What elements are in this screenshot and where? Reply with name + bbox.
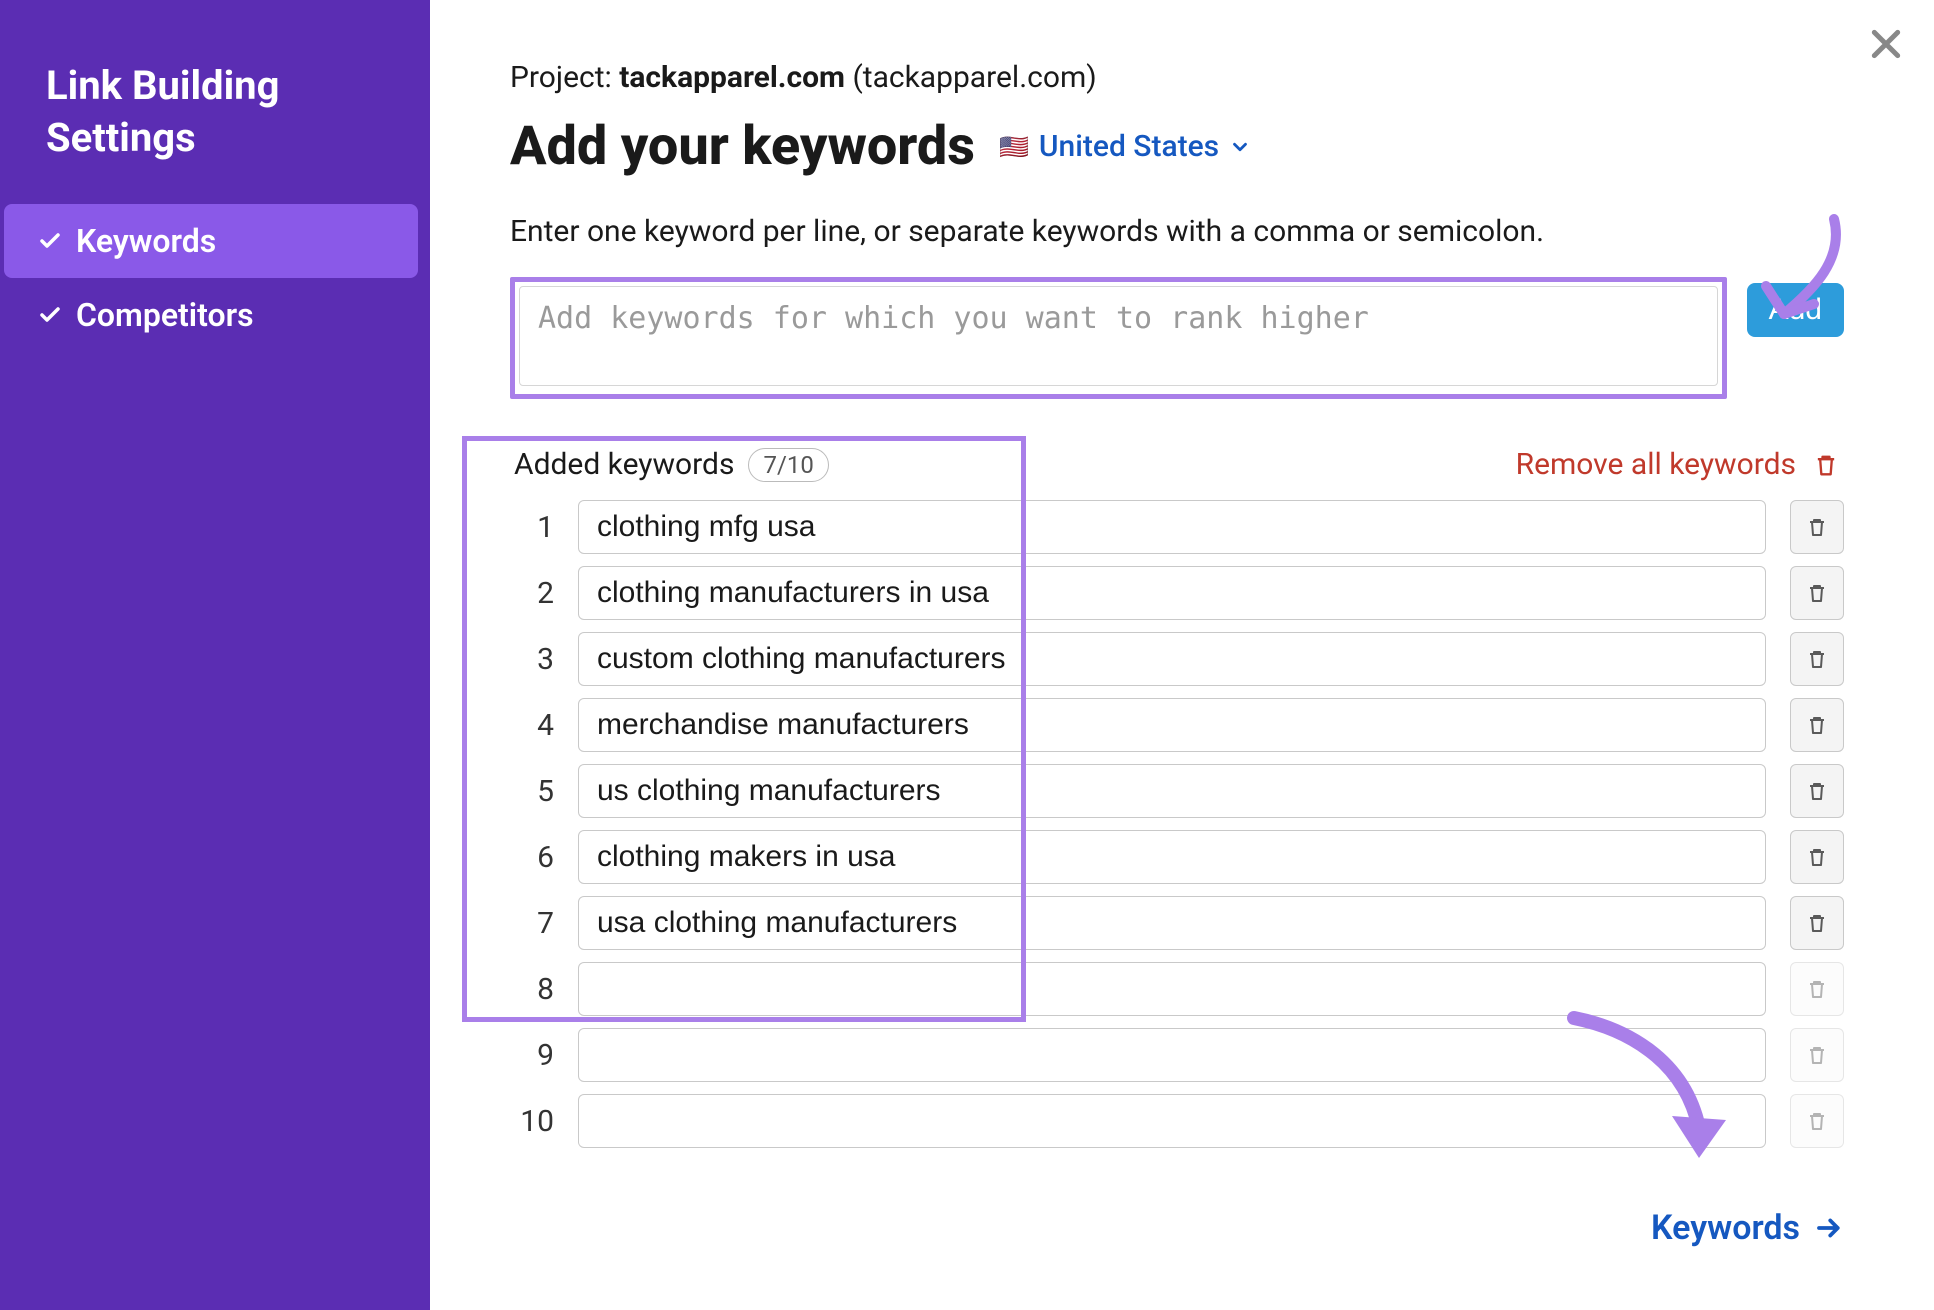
keyword-row: 2 (510, 566, 1844, 620)
keyword-number: 5 (510, 774, 554, 809)
added-keywords-header: Added keywords 7/10 Remove all keywords (510, 447, 1844, 482)
delete-keyword-button[interactable] (1790, 764, 1844, 818)
keyword-row: 5 (510, 764, 1844, 818)
keyword-number: 4 (510, 708, 554, 743)
next-link-label: Keywords (1651, 1208, 1800, 1248)
check-icon (38, 229, 62, 253)
delete-keyword-button[interactable] (1790, 632, 1844, 686)
instructions-text: Enter one keyword per line, or separate … (510, 214, 1844, 249)
trash-icon (1805, 779, 1829, 803)
add-keyword-row: Add (510, 277, 1844, 399)
project-line: Project: tackapparel.com (tackapparel.co… (510, 60, 1844, 95)
close-icon (1866, 24, 1906, 64)
sidebar-item-label: Competitors (76, 296, 254, 334)
project-domain: tackapparel.com (619, 60, 845, 95)
keyword-number: 2 (510, 576, 554, 611)
trash-icon (1805, 1109, 1829, 1133)
keyword-number: 9 (510, 1038, 554, 1073)
chevron-down-icon (1229, 136, 1251, 158)
keyword-row: 3 (510, 632, 1844, 686)
keyword-row: 9 (510, 1028, 1844, 1082)
project-prefix: Project: (510, 60, 619, 95)
keyword-input[interactable] (578, 500, 1766, 554)
keyword-input[interactable] (578, 896, 1766, 950)
close-button[interactable] (1866, 24, 1906, 64)
keyword-number: 10 (510, 1104, 554, 1139)
trash-icon (1805, 581, 1829, 605)
sidebar-title: Link Building Settings (0, 60, 430, 204)
sidebar-title-line1: Link Building (46, 60, 384, 112)
keyword-input[interactable] (578, 1094, 1766, 1148)
added-keywords-label: Added keywords (514, 447, 734, 482)
keyword-input[interactable] (578, 1028, 1766, 1082)
keyword-number: 6 (510, 840, 554, 875)
add-keyword-input[interactable] (519, 286, 1718, 386)
remove-all-keywords-button[interactable]: Remove all keywords (1516, 447, 1840, 482)
delete-keyword-button[interactable] (1790, 830, 1844, 884)
sidebar-item-keywords[interactable]: Keywords (4, 204, 418, 278)
project-parens: (tackapparel.com) (845, 60, 1097, 95)
remove-all-label: Remove all keywords (1516, 447, 1796, 482)
keyword-number: 7 (510, 906, 554, 941)
sidebar-item-label: Keywords (76, 222, 216, 260)
delete-keyword-button[interactable] (1790, 896, 1844, 950)
delete-keyword-button[interactable] (1790, 566, 1844, 620)
keyword-row: 8 (510, 962, 1844, 1016)
trash-icon (1805, 845, 1829, 869)
page-title: Add your keywords (510, 115, 975, 178)
footer-row: Keywords (510, 1208, 1844, 1248)
added-keywords-count: 7/10 (748, 448, 828, 482)
delete-keyword-button (1790, 1028, 1844, 1082)
trash-icon (1805, 713, 1829, 737)
check-icon (38, 303, 62, 327)
trash-icon (1805, 1043, 1829, 1067)
keyword-number: 8 (510, 972, 554, 1007)
sidebar-title-line2: Settings (46, 112, 384, 164)
trash-icon (1805, 977, 1829, 1001)
added-keywords-label-group: Added keywords 7/10 (514, 447, 829, 482)
trash-icon (1812, 451, 1840, 479)
delete-keyword-button[interactable] (1790, 698, 1844, 752)
arrow-right-icon (1814, 1213, 1844, 1243)
keyword-row: 6 (510, 830, 1844, 884)
next-keywords-link[interactable]: Keywords (1651, 1208, 1844, 1248)
trash-icon (1805, 911, 1829, 935)
delete-keyword-button (1790, 1094, 1844, 1148)
keyword-input[interactable] (578, 764, 1766, 818)
keywords-list: 1 2 3 4 5 6 7 8 9 10 (510, 500, 1844, 1148)
add-keyword-highlight (510, 277, 1727, 399)
keyword-row: 10 (510, 1094, 1844, 1148)
sidebar: Link Building Settings Keywords Competit… (0, 0, 430, 1310)
page-heading-row: Add your keywords 🇺🇸 United States (510, 115, 1844, 178)
keyword-number: 3 (510, 642, 554, 677)
trash-icon (1805, 515, 1829, 539)
keyword-row: 4 (510, 698, 1844, 752)
keyword-row: 7 (510, 896, 1844, 950)
sidebar-item-competitors[interactable]: Competitors (4, 278, 418, 352)
flag-icon: 🇺🇸 (999, 135, 1029, 159)
add-button[interactable]: Add (1747, 283, 1844, 337)
keyword-number: 1 (510, 510, 554, 545)
keyword-row: 1 (510, 500, 1844, 554)
trash-icon (1805, 647, 1829, 671)
delete-keyword-button (1790, 962, 1844, 1016)
keyword-input[interactable] (578, 632, 1766, 686)
keyword-input[interactable] (578, 566, 1766, 620)
location-label: United States (1039, 129, 1219, 164)
keyword-input[interactable] (578, 830, 1766, 884)
keyword-input[interactable] (578, 698, 1766, 752)
location-picker[interactable]: 🇺🇸 United States (999, 129, 1251, 164)
main-content: Project: tackapparel.com (tackapparel.co… (430, 0, 1934, 1310)
keyword-input[interactable] (578, 962, 1766, 1016)
delete-keyword-button[interactable] (1790, 500, 1844, 554)
